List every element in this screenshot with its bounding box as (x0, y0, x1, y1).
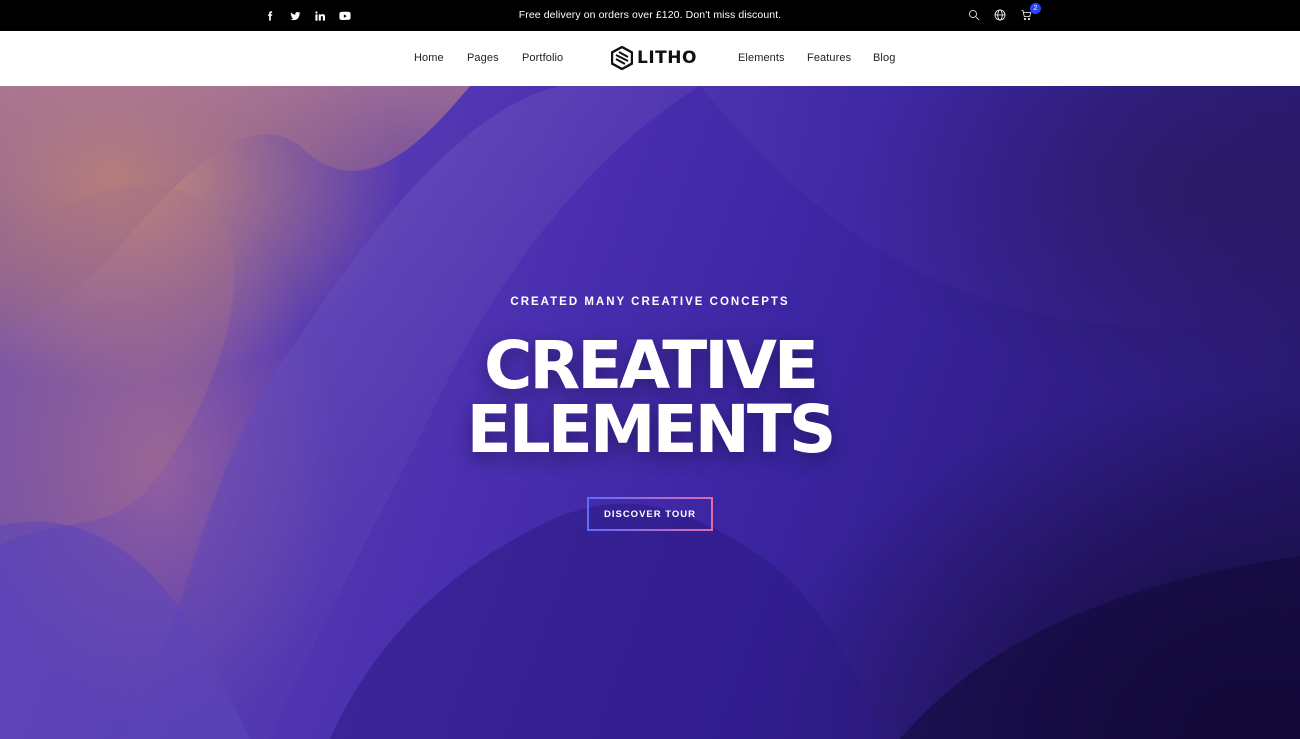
header-tools: 2 (966, 3, 1041, 23)
search-icon[interactable] (966, 7, 982, 23)
nav-item-elements[interactable]: Elements (738, 52, 785, 64)
nav-item-portfolio[interactable]: Portfolio (522, 52, 563, 64)
logo-text: LITHO (637, 48, 697, 68)
hero-headline-line-2: ELEMENTS (466, 391, 837, 468)
cart-icon[interactable]: 2 (1018, 3, 1041, 23)
nav-item-blog[interactable]: Blog (873, 52, 895, 64)
discover-tour-button[interactable]: DISCOVER TOUR (587, 497, 713, 531)
nav-item-home[interactable]: Home (414, 52, 444, 64)
nav-item-pages[interactable]: Pages (467, 52, 499, 64)
hero-content: CREATED MANY CREATIVE CONCEPTS CREATIVE … (0, 86, 1300, 739)
hero-subtitle: CREATED MANY CREATIVE CONCEPTS (510, 296, 790, 308)
hero-headline-line-1: CREATIVE (483, 327, 819, 404)
nav-item-features[interactable]: Features (807, 52, 851, 64)
logo-icon (611, 46, 633, 70)
cart-count-badge: 2 (1030, 3, 1041, 14)
main-navbar: Home Pages Portfolio LITHO Elements Feat… (0, 31, 1300, 86)
top-bar: Free delivery on orders over £120. Don't… (0, 0, 1300, 31)
hero-headline: CREATIVE ELEMENTS (0, 327, 1300, 468)
announcement-text: Free delivery on orders over £120. Don't… (518, 9, 782, 21)
globe-icon[interactable] (992, 7, 1008, 23)
hero-section: CREATED MANY CREATIVE CONCEPTS CREATIVE … (0, 86, 1300, 739)
site-logo[interactable]: LITHO (611, 46, 697, 70)
